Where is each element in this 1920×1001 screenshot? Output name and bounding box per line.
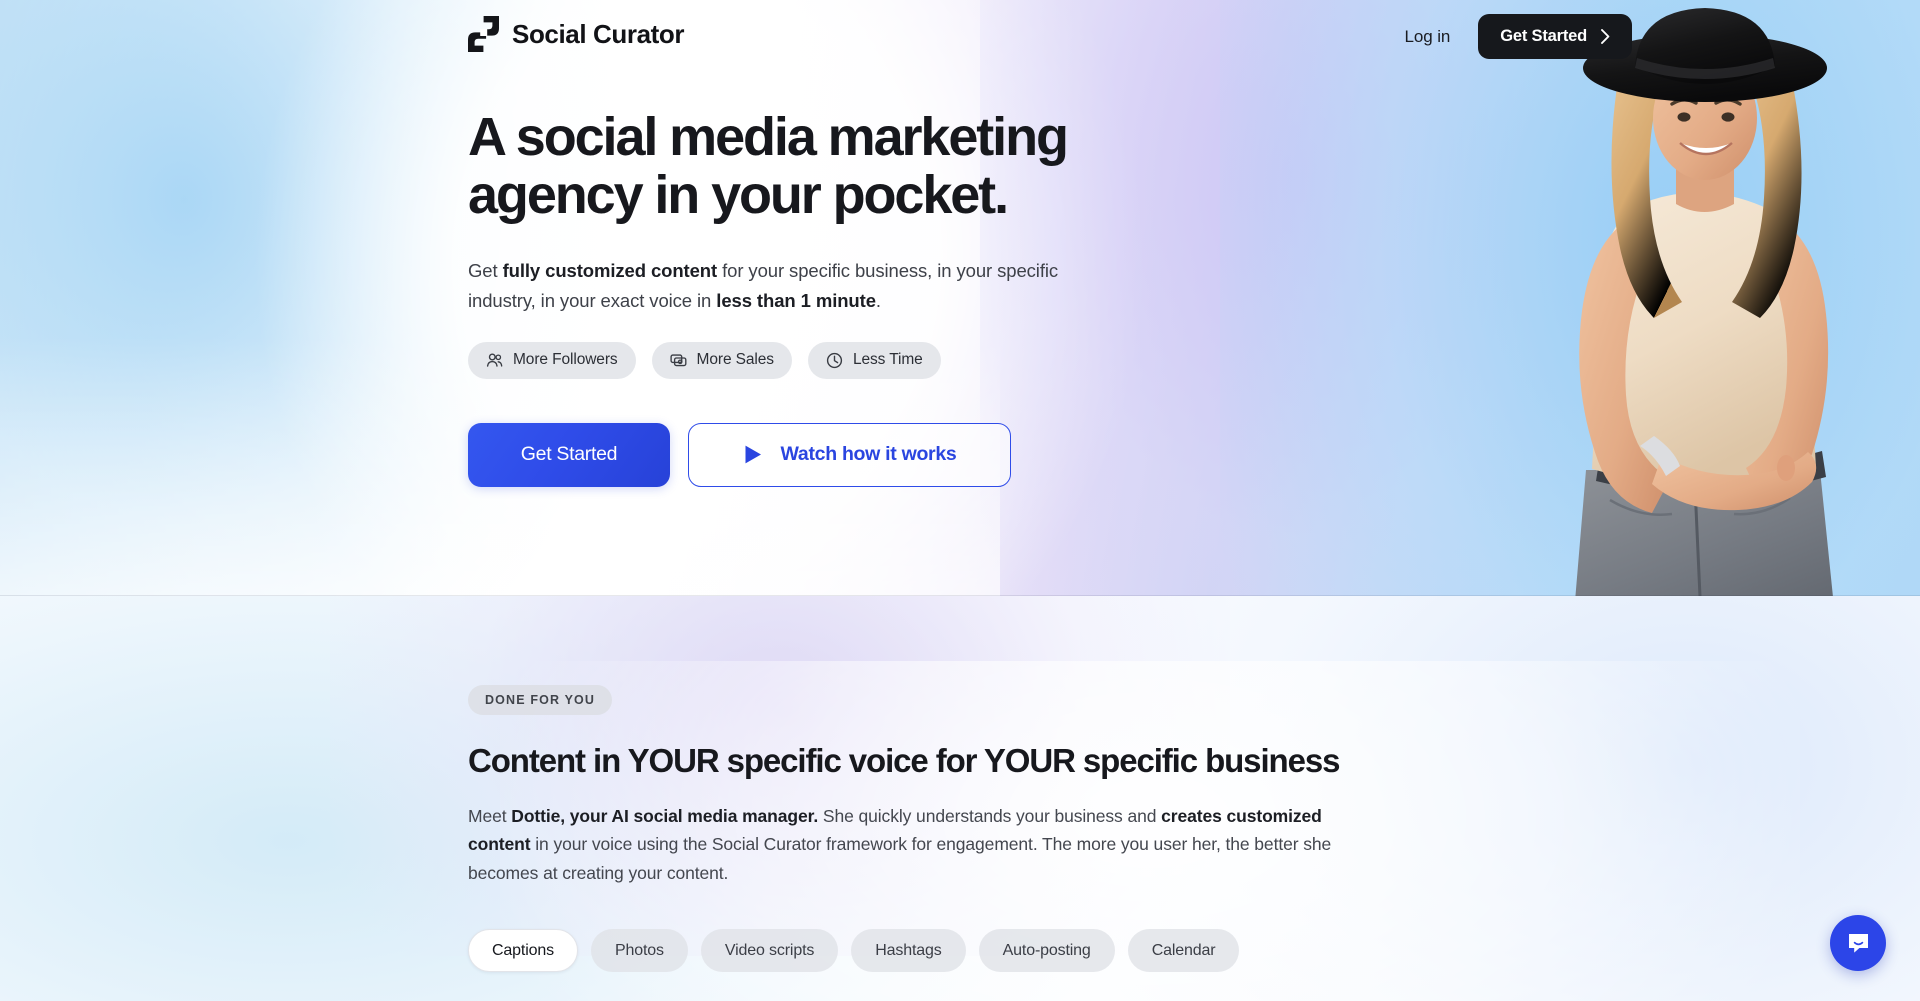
tab-video-scripts[interactable]: Video scripts bbox=[700, 929, 839, 973]
status-badge: DONE FOR YOU bbox=[468, 685, 613, 715]
section2-paragraph: Meet Dottie, your AI social media manage… bbox=[468, 802, 1388, 887]
nav-get-started-button[interactable]: Get Started bbox=[1478, 14, 1632, 59]
top-navigation: Social Curator Log in Get Started bbox=[0, 0, 1920, 70]
watch-label: Watch how it works bbox=[780, 443, 957, 466]
subhead-part-1: Get bbox=[468, 259, 503, 281]
nav-actions: Log in Get Started bbox=[1405, 14, 1632, 59]
brand-name: Social Curator bbox=[512, 18, 685, 49]
section-divider bbox=[0, 595, 1920, 596]
hero-copy: A social media marketing agency in your … bbox=[468, 108, 1148, 487]
hero-section: Social Curator Log in Get Started A soci… bbox=[0, 0, 1920, 596]
hero-subheading: Get fully customized content for your sp… bbox=[468, 256, 1078, 316]
nav-get-started-label: Get Started bbox=[1500, 27, 1587, 45]
para-part-3: in your voice using the Social Curator f… bbox=[468, 834, 1332, 883]
subhead-bold-2: less than 1 minute bbox=[716, 289, 876, 311]
tab-photos[interactable]: Photos bbox=[590, 929, 688, 973]
login-button[interactable]: Log in bbox=[1405, 27, 1451, 47]
tab-captions[interactable]: Captions bbox=[468, 929, 578, 973]
headline-line-2: agency in your pocket. bbox=[468, 165, 1009, 226]
subhead-bold-1: fully customized content bbox=[502, 259, 718, 281]
brand-logo[interactable]: Social Curator bbox=[468, 16, 685, 52]
pill-label: More Followers bbox=[513, 351, 618, 369]
clock-icon bbox=[826, 352, 843, 368]
pill-label: More Sales bbox=[696, 351, 775, 369]
money-bills-icon bbox=[669, 353, 687, 366]
para-bold-1: Dottie, your AI social media manager. bbox=[511, 806, 819, 826]
para-part-2: She quickly understands your business an… bbox=[818, 806, 1162, 826]
hero-get-started-button[interactable]: Get Started bbox=[468, 422, 670, 487]
landing-page: Social Curator Log in Get Started A soci… bbox=[0, 0, 1920, 1001]
page-title: A social media marketing agency in your … bbox=[468, 108, 1148, 225]
subhead-part-3: . bbox=[875, 289, 881, 311]
headline-line-1: A social media marketing bbox=[468, 107, 1069, 167]
intercom-chat-launcher[interactable] bbox=[1830, 915, 1886, 971]
chat-bubble-smile-icon bbox=[1848, 933, 1868, 953]
pill-label: Less Time bbox=[852, 351, 923, 369]
social-curator-s-mark-icon bbox=[468, 16, 499, 52]
pill-more-sales[interactable]: More Sales bbox=[651, 341, 792, 379]
tab-auto-posting[interactable]: Auto-posting bbox=[978, 929, 1115, 973]
hero-cta-row: Get Started Watch how it works bbox=[468, 422, 1148, 487]
tab-calendar[interactable]: Calendar bbox=[1127, 929, 1240, 973]
done-for-you-section: DONE FOR YOU Content in YOUR specific vo… bbox=[0, 596, 1920, 1001]
chevron-right-icon bbox=[1601, 29, 1610, 44]
feature-tabs: Captions Photos Video scripts Hashtags A… bbox=[468, 929, 1468, 973]
pill-more-followers[interactable]: More Followers bbox=[468, 341, 636, 379]
pill-less-time[interactable]: Less Time bbox=[807, 341, 941, 379]
users-icon bbox=[486, 353, 503, 367]
para-part-1: Meet bbox=[468, 806, 512, 826]
section2-content: DONE FOR YOU Content in YOUR specific vo… bbox=[468, 685, 1468, 973]
section2-title: Content in YOUR specific voice for YOUR … bbox=[468, 742, 1340, 779]
tab-hashtags[interactable]: Hashtags bbox=[851, 929, 966, 973]
hero-benefit-pills: More Followers More Sales Less Time bbox=[468, 341, 1148, 379]
watch-how-it-works-button[interactable]: Watch how it works bbox=[688, 422, 1011, 487]
play-icon bbox=[745, 445, 761, 464]
